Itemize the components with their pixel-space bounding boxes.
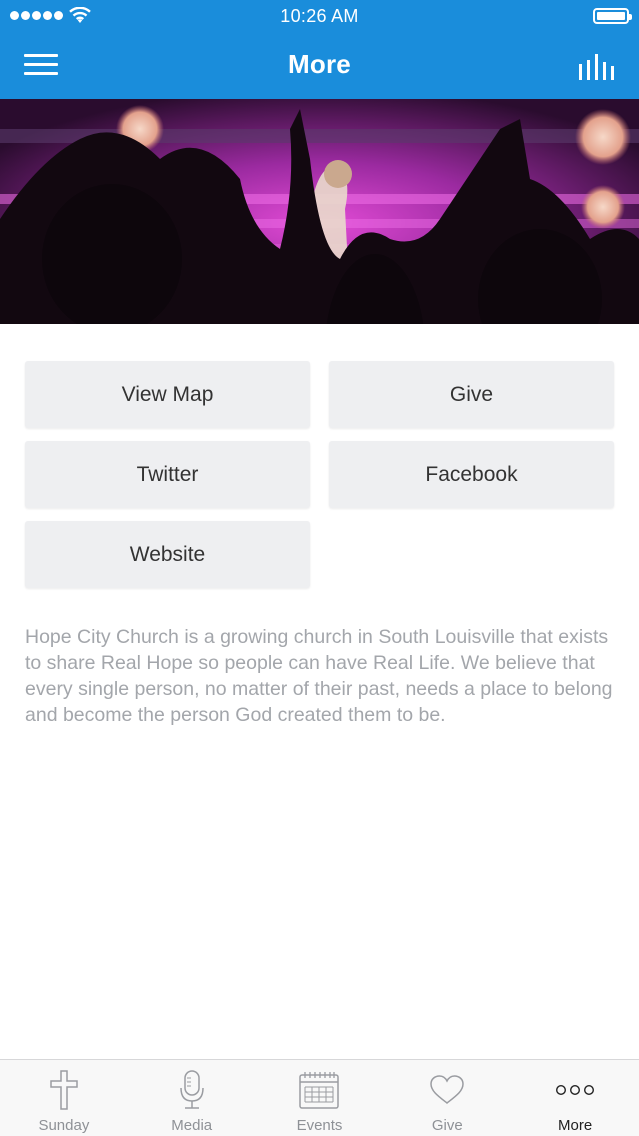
facebook-button[interactable]: Facebook: [329, 441, 614, 508]
church-description: Hope City Church is a growing church in …: [25, 626, 613, 726]
page-title: More: [288, 49, 351, 79]
calendar-icon: [299, 1072, 340, 1109]
give-button[interactable]: Give: [329, 361, 614, 428]
more-dots-icon: [556, 1084, 595, 1096]
tab-media[interactable]: Media: [128, 1060, 256, 1136]
tab-label: Sunday: [38, 1117, 90, 1134]
tab-give[interactable]: Give: [383, 1060, 511, 1136]
tab-label: More: [557, 1117, 593, 1134]
tab-events[interactable]: Events: [256, 1060, 384, 1136]
hero-image: [0, 99, 639, 324]
cross-icon: [50, 1070, 78, 1110]
tab-label: Give: [431, 1117, 463, 1134]
tab-sunday[interactable]: Sunday: [0, 1060, 128, 1136]
battery-icon: [593, 8, 632, 24]
view-map-button[interactable]: View Map: [25, 361, 310, 428]
status-bar: 10:26 AM: [0, 0, 639, 32]
audio-levels-icon[interactable]: [579, 52, 617, 82]
status-time: 10:26 AM: [280, 6, 359, 26]
tab-label: Events: [296, 1117, 343, 1134]
website-button[interactable]: Website: [25, 521, 310, 588]
tab-label: Media: [171, 1117, 213, 1134]
navigation-bar: More: [0, 32, 639, 99]
heart-icon: [430, 1075, 465, 1104]
microphone-icon: [179, 1070, 204, 1109]
tab-more[interactable]: More: [511, 1060, 639, 1136]
tab-bar: Sunday Media Events Give More: [0, 1059, 639, 1136]
twitter-button[interactable]: Twitter: [25, 441, 310, 508]
